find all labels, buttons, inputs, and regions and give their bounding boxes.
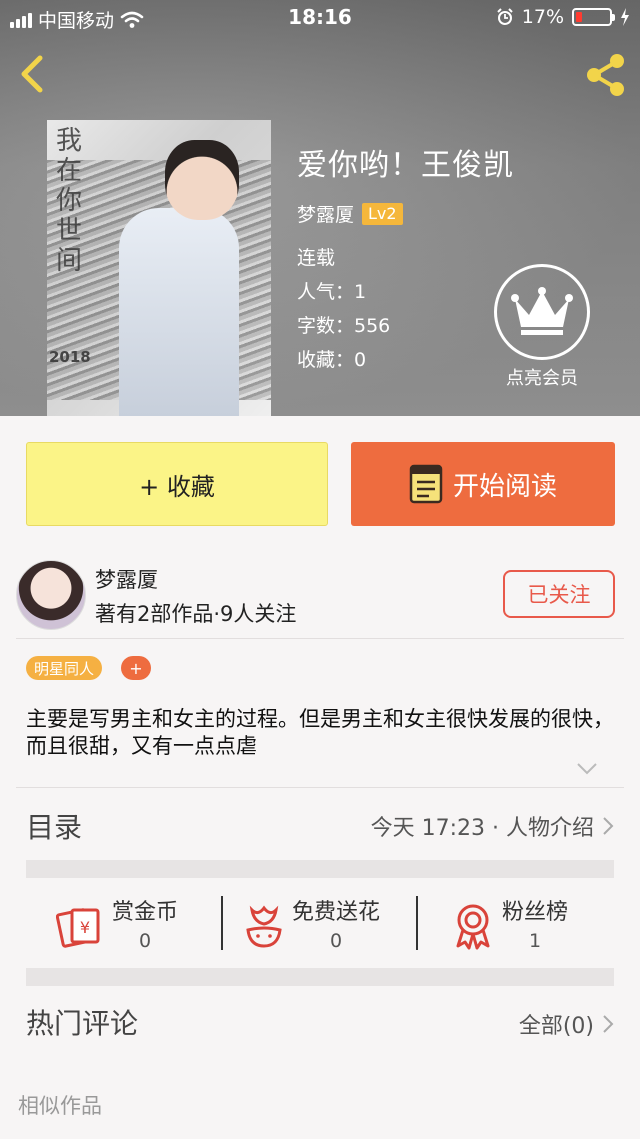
book-cover[interactable]: 我 在 你 世 间 2018 xyxy=(47,120,271,416)
chevron-down-icon[interactable] xyxy=(576,762,598,776)
stat-label: 粉丝榜 xyxy=(502,900,569,925)
flower-icon xyxy=(246,905,282,948)
collect-label: + 收藏 xyxy=(139,472,215,501)
catalog-latest-chapter: 今天 17:23 · 人物介绍 xyxy=(370,816,594,841)
chevron-right-icon xyxy=(603,1015,614,1033)
cover-title-text: 我 在 你 世 间 xyxy=(55,126,82,276)
similar-works-title: 相似作品 xyxy=(18,1094,102,1118)
catalog-row[interactable]: 目录 今天 17:23 · 人物介绍 xyxy=(0,790,640,860)
book-info: 爱你哟！王俊凯 梦露厦 Lv2 连载 人气：1 字数：556 收藏：0 xyxy=(297,140,514,377)
book-status: 连载 xyxy=(297,247,336,269)
charging-icon xyxy=(621,8,629,26)
free-flower-item[interactable]: 免费送花 0 xyxy=(244,894,380,952)
divider xyxy=(16,638,624,639)
battery-icon xyxy=(572,8,615,26)
book-favorites: 收藏：0 xyxy=(297,349,367,371)
back-arrow-icon[interactable] xyxy=(14,54,54,94)
cover-year: 2018 xyxy=(49,348,91,366)
alarm-icon xyxy=(497,8,513,25)
book-word-count: 字数：556 xyxy=(297,315,391,337)
catalog-title: 目录 xyxy=(26,811,83,844)
stat-value: 0 xyxy=(329,930,343,952)
book-title: 爱你哟！王俊凯 xyxy=(297,148,514,183)
book-popularity: 人气：1 xyxy=(297,281,367,303)
vip-button[interactable]: 点亮会员 xyxy=(490,264,594,390)
start-reading-button[interactable]: 开始阅读 xyxy=(351,442,615,526)
vip-label: 点亮会员 xyxy=(506,368,578,389)
genre-tag[interactable]: 明星同人 xyxy=(26,656,103,680)
book-description: 主要是写男主和女主的过程。但是男主和女主很快发展的很快，而且很甜，又有一点点虐 xyxy=(26,707,614,758)
all-comments-label: 全部(0) xyxy=(518,1014,594,1039)
section-separator xyxy=(26,860,614,878)
reward-stats: ¥ 赏金币 0 免费送花 0 粉丝榜 1 xyxy=(0,880,640,966)
book-author[interactable]: 梦露厦 xyxy=(297,200,354,227)
add-tag-button[interactable]: + xyxy=(121,656,151,680)
crown-icon xyxy=(511,287,573,335)
book-icon xyxy=(409,464,443,504)
stat-label: 免费送花 xyxy=(292,900,381,925)
stat-value: 1 xyxy=(528,930,542,952)
stat-value: 0 xyxy=(138,930,152,952)
share-icon[interactable] xyxy=(582,52,628,98)
start-reading-label: 开始阅读 xyxy=(452,471,557,502)
red-envelope-icon: ¥ xyxy=(56,908,100,948)
hot-comments-row[interactable]: 热门评论 全部(0) xyxy=(0,988,640,1058)
avatar[interactable] xyxy=(16,560,86,630)
hot-comments-title: 热门评论 xyxy=(26,1007,139,1040)
stat-label: 赏金币 xyxy=(112,900,179,925)
level-badge: Lv2 xyxy=(362,202,403,225)
collect-button[interactable]: + 收藏 xyxy=(26,442,328,526)
section-separator xyxy=(26,968,614,986)
fan-ranking-item[interactable]: 粉丝榜 1 xyxy=(452,894,568,952)
all-comments-link[interactable]: 全部(0) xyxy=(519,1008,614,1040)
battery-percent: 17% xyxy=(521,6,564,28)
status-bar: 中国移动 18:16 17% xyxy=(0,0,640,36)
divider xyxy=(16,787,624,788)
svg-text:¥: ¥ xyxy=(80,918,90,937)
author-summary: 著有2部作品·9人关注 xyxy=(95,602,297,626)
stat-divider xyxy=(221,896,223,950)
author-card[interactable]: 梦露厦 著有2部作品·9人关注 已关注 xyxy=(0,552,640,638)
author-name: 梦露厦 xyxy=(95,568,158,592)
follow-button[interactable]: 已关注 xyxy=(503,570,615,618)
chevron-right-icon xyxy=(603,817,614,835)
medal-icon xyxy=(456,904,490,950)
reward-coins-item[interactable]: ¥ 赏金币 0 xyxy=(56,894,178,952)
stat-divider xyxy=(416,896,418,950)
